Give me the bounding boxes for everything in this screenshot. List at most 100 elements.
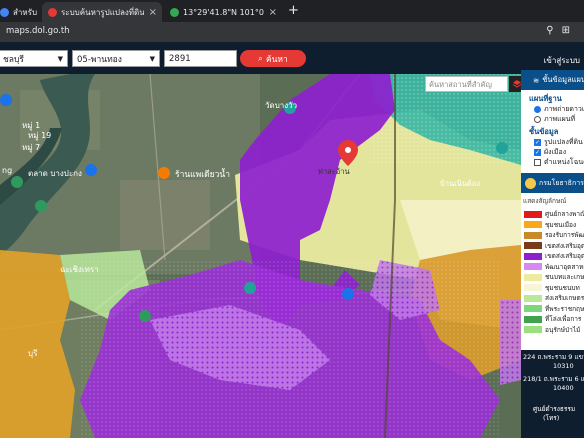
map-label: หมู่ 7 — [22, 143, 40, 153]
legend-item: พัฒนาอุตสาหกรรม — [521, 262, 584, 273]
tab-title: สำหรับ บ้าน — [13, 7, 40, 17]
legend-item: ส่งเสริมเกษตรกรรม — [521, 293, 584, 304]
legend-item: ชุมชนเมือง — [521, 220, 584, 231]
legend-swatch — [524, 284, 542, 292]
tab-title: ระบบค้นหารูปแปลงที่ดิน (LandsMaps) — [61, 7, 144, 17]
tab-title: 13°29'41.8"N 101°04'11.1"E - Goo — [183, 7, 264, 17]
contact-block: ศูนย์ดำรงธรรม (โทร) — [521, 402, 584, 438]
browser-tab-bar: สำหรับ บ้าน × ระบบค้นหารูปแปลงที่ดิน (La… — [0, 0, 584, 22]
department-logo-icon — [525, 177, 536, 189]
login-link[interactable]: เข้าสู่ระบบ — [544, 54, 580, 67]
layer-label: ตำแหน่งโฉนด — [544, 157, 584, 166]
parcel-number-input[interactable]: 2891 — [164, 50, 237, 67]
browser-tab-active[interactable]: ระบบค้นหารูปแปลงที่ดิน (LandsMaps) × — [42, 2, 162, 22]
poi-marker[interactable] — [496, 142, 508, 154]
legend-swatch — [524, 231, 542, 239]
search-button[interactable]: ⌕ ค้นหา — [240, 50, 306, 67]
map-label: ng — [2, 166, 12, 175]
address-bar[interactable]: maps.dol.go.th ⚲⊞ — [0, 22, 584, 42]
map-label: หมู่ 1 — [22, 121, 40, 131]
legend-label: เขตส่งเสริมอุตสาหกรรม — [545, 241, 584, 250]
chevron-down-icon: ▼ — [57, 54, 63, 63]
poi-marker[interactable] — [342, 288, 354, 300]
checkbox-icon[interactable] — [534, 158, 541, 166]
layer-option-parcel[interactable]: ✓ รูปแปลงที่ดิน — [521, 137, 584, 147]
radio-selected-icon[interactable] — [534, 105, 541, 113]
location-icon[interactable]: ⚲ — [546, 25, 561, 36]
poi-marker[interactable] — [244, 282, 256, 294]
map-label: บ้านเนินต้อง — [440, 179, 480, 188]
map-label: ตลาด บางปะกง — [28, 169, 82, 178]
legend-label: พัฒนาอุตสาหกรรม — [545, 262, 584, 271]
layer-option-cityplan[interactable]: ✓ ผังเมือง — [521, 147, 584, 157]
poi-marker[interactable] — [158, 167, 170, 179]
legend-label: ชุมชนชนบท — [545, 283, 580, 292]
poi-marker[interactable] — [139, 310, 151, 322]
legend-label: ส่งเสริมเกษตรกรรม — [545, 294, 584, 303]
legend-title: แสดงสัญลักษณ์ — [523, 197, 567, 205]
basemap-label: ภาพแผนที่ — [544, 114, 576, 123]
map-label: วัดบางวัว — [265, 101, 297, 110]
province-select[interactable]: ชลบุรี ▼ — [0, 50, 68, 67]
translate-icon[interactable]: ⊞ — [562, 25, 578, 36]
legend-swatch — [524, 252, 542, 260]
browser-tab[interactable]: 13°29'41.8"N 101°04'11.1"E - Goo × — [164, 2, 282, 22]
legend-label: ที่พระราชกฤษฎีกา — [545, 304, 584, 313]
map-canvas[interactable]: หมู่ 19 หมู่ 7 ตลาด บางปะกง ร้านแพเดียวน… — [0, 74, 584, 438]
poi-marker[interactable] — [85, 164, 97, 176]
poi-marker[interactable] — [0, 94, 12, 106]
map-label: ท่าสะอ้าน — [318, 167, 350, 176]
legend-item: ที่โล่งเพื่อการ — [521, 314, 584, 325]
legend-swatch — [524, 294, 542, 302]
address-line: 10400 — [553, 384, 574, 392]
map-pin-favicon-icon — [48, 7, 57, 17]
place-search-input[interactable]: ค้นหาสถานที่สำคัญ — [425, 76, 508, 92]
address-line: 218/1 ถ.พระราม 6 แขวง — [523, 375, 584, 383]
browser-tab[interactable]: สำหรับ บ้าน × — [0, 2, 40, 22]
legend-item: ชุมชนชนบท — [521, 283, 584, 294]
maps-favicon-icon — [170, 7, 179, 17]
legend-swatch — [524, 326, 542, 334]
chevron-down-icon: ▼ — [149, 54, 155, 63]
radio-icon[interactable] — [534, 115, 541, 123]
district-value: 05-พานทอง — [77, 54, 122, 65]
legend-swatch — [524, 210, 542, 218]
basemap-heading: แผนที่ฐาน — [529, 94, 562, 103]
contact-line: (โทร) — [543, 414, 560, 422]
legend-item: อนุรักษ์ป่าไม้ — [521, 325, 584, 336]
contact-line: ศูนย์ดำรงธรรม — [533, 405, 576, 413]
checkbox-checked-icon[interactable]: ✓ — [534, 138, 541, 146]
basemap-option-satellite[interactable]: ภาพถ่ายดาวเทียม — [521, 104, 584, 114]
legend-item: เขตส่งเสริมอุตสาหกรรม — [521, 251, 584, 262]
department-banner: กรมโยธาธิการ — [521, 173, 584, 193]
legend-swatch — [524, 273, 542, 281]
legend-swatch — [524, 305, 542, 313]
legend-item: เขตส่งเสริมอุตสาหกรรม — [521, 241, 584, 252]
layer-panel-header[interactable]: ≋ ชั้นข้อมูลแผนที่ — [521, 70, 584, 90]
poi-marker[interactable] — [11, 176, 23, 188]
department-name: กรมโยธาธิการ — [539, 178, 584, 187]
terrain-patch — [120, 180, 210, 250]
legend-label: ที่โล่งเพื่อการ — [545, 315, 582, 324]
url-text[interactable]: maps.dol.go.th — [6, 26, 70, 36]
province-value: ชลบุรี — [3, 54, 24, 65]
district-select[interactable]: 05-พานทอง ▼ — [72, 50, 160, 67]
address-block: 218/1 ถ.พระราม 6 แขวง 10400 — [521, 372, 584, 402]
parcel-number-value: 2891 — [169, 53, 191, 64]
poi-marker[interactable] — [35, 200, 47, 212]
zone-industrial-dev — [500, 300, 521, 385]
new-tab-button[interactable]: + — [288, 3, 299, 18]
legend-label: เขตส่งเสริมอุตสาหกรรม — [545, 252, 584, 261]
layers-heading: ชั้นข้อมูล — [529, 127, 559, 136]
layer-panel-title: ชั้นข้อมูลแผนที่ — [542, 75, 584, 84]
checkbox-checked-icon[interactable]: ✓ — [534, 148, 541, 156]
basemap-option-map[interactable]: ภาพแผนที่ — [521, 114, 584, 124]
tab-close-icon[interactable]: × — [144, 7, 162, 18]
layer-option-deed[interactable]: ตำแหน่งโฉนด — [521, 157, 584, 167]
address-line: 10310 — [553, 362, 574, 370]
map-label: ฉะเชิงเทรา — [60, 265, 99, 274]
legend-swatch — [524, 315, 542, 323]
legend-swatch — [524, 263, 542, 271]
tab-close-icon[interactable]: × — [264, 7, 282, 18]
map-label: ร้านแพเดียวน้ำ — [175, 168, 230, 180]
